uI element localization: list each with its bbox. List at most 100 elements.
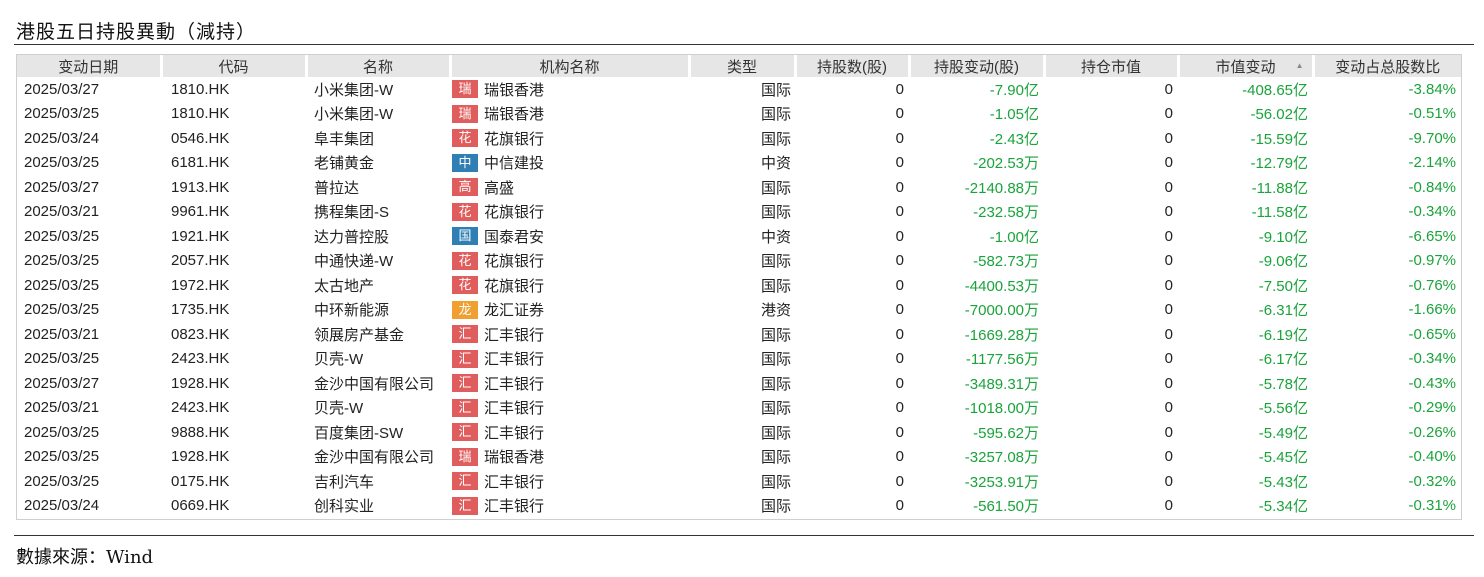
cell-name: 中通快递-W [314, 253, 394, 271]
cell-shares: 0 [895, 423, 904, 441]
cell-date: 2025/03/24 [24, 129, 100, 147]
cell-market-value: 0 [1164, 154, 1173, 172]
cell-code: 1735.HK [171, 301, 230, 319]
cell-share-change: -1177.56万 [965, 351, 1039, 369]
cell-type: 国际 [760, 400, 791, 418]
table-row[interactable]: 2025/03/25 1928.HK 金沙中国有限公司瑞瑞银香港 国际 0 -3257.0… [17, 445, 1461, 470]
cell-type: 国际 [760, 326, 791, 344]
cell-name: 吉利汽车 [314, 473, 375, 491]
cell-shares: 0 [895, 276, 904, 294]
cell-shares: 0 [895, 325, 904, 343]
institution-badge: 花 [452, 276, 478, 295]
cell-date: 2025/03/27 [24, 178, 100, 196]
cell-code: 1913.HK [171, 178, 230, 196]
table-row[interactable]: 2025/03/25 6181.HK 老铺黄金 中中信建投 中资 0 -202.53万 0 -1… [17, 151, 1461, 176]
table-row[interactable]: 2025/03/25 1810.HK 小米集团-W 瑞瑞银香港 国际 0 -1.05亿 0 -5… [17, 102, 1461, 127]
cell-market-value: 0 [1164, 252, 1173, 270]
cell-date: 2025/03/25 [24, 472, 100, 490]
cell-date: 2025/03/25 [24, 227, 100, 245]
institution-name: 汇丰银行 [484, 473, 545, 491]
institution-name: 国泰君安 [484, 228, 545, 246]
institution-name: 汇丰银行 [484, 375, 545, 393]
table-row[interactable]: 2025/03/25 9888.HK 百度集团-SW 汇汇丰银行 国际 0 -595.62万… [17, 420, 1461, 445]
table-row[interactable]: 2025/03/24 0546.HK 阜丰集团 花花旗银行 国际 0 -2.43亿 0 -15.… [17, 126, 1461, 151]
column-header-market-value[interactable]: 持仓市值 [1044, 55, 1180, 77]
cell-institution: 瑞瑞银香港 [450, 445, 689, 470]
cell-code: 1928.HK [171, 448, 230, 466]
cell-share-change: -582.73万 [973, 253, 1039, 271]
institution-badge: 汇 [452, 398, 478, 417]
cell-type: 国际 [760, 179, 791, 197]
table-row[interactable]: 2025/03/27 1928.HK 金沙中国有限公司汇汇丰银行 国际 0 -3489.3… [17, 371, 1461, 396]
table-row[interactable]: 2025/03/25 1921.HK 达力普控股 国国泰君安 中资 0 -1.00亿 0 -9.… [17, 224, 1461, 249]
cell-name: 太古地产 [314, 277, 375, 295]
table-row[interactable]: 2025/03/24 0669.HK 创科实业 汇汇丰银行 国际 0 -561.50万 0 -5… [17, 494, 1461, 519]
cell-share-change: -202.53万 [973, 155, 1039, 173]
cell-name: 创科实业 [314, 498, 375, 516]
sort-ascending-icon[interactable]: ▲ [1296, 61, 1304, 70]
column-header-name[interactable]: 名称 [306, 55, 452, 77]
column-header-mv-change[interactable]: 市值变动 ▲ [1178, 55, 1315, 77]
table-row[interactable]: 2025/03/27 1913.HK 普拉达 高高盛 国际 0 -2140.88万 0 -11.… [17, 175, 1461, 200]
column-header-date[interactable]: 变动日期 [17, 55, 163, 77]
cell-market-value: 0 [1164, 399, 1173, 417]
table-row[interactable]: 2025/03/25 2057.HK 中通快递-W 花花旗银行 国际 0 -582.73万 0… [17, 249, 1461, 274]
cell-market-value: 0 [1164, 227, 1173, 245]
cell-mv-change: -5.56亿 [1258, 400, 1308, 418]
cell-name: 中环新能源 [314, 302, 390, 320]
cell-share-change: -232.58万 [973, 204, 1039, 222]
cell-shares: 0 [895, 301, 904, 319]
cell-share-change: -1669.28万 [964, 326, 1039, 344]
column-header-share-change[interactable]: 持股变动(股) [909, 55, 1046, 77]
table-row[interactable]: 2025/03/25 1735.HK 中环新能源 龙龙汇证券 港资 0 -7000.00万 0… [17, 298, 1461, 323]
cell-code: 1928.HK [171, 374, 230, 392]
cell-change-ratio: -0.32% [1408, 472, 1456, 490]
institution-name: 汇丰银行 [484, 400, 545, 418]
table-row[interactable]: 2025/03/21 9961.HK 携程集团-S 花花旗银行 国际 0 -232.58万 0… [17, 200, 1461, 225]
cell-shares: 0 [895, 227, 904, 245]
cell-institution: 汇汇丰银行 [450, 347, 689, 372]
cell-mv-change: -6.19亿 [1258, 326, 1308, 344]
cell-change-ratio: -9.70% [1408, 129, 1456, 147]
cell-date: 2025/03/21 [24, 325, 100, 343]
cell-change-ratio: -0.84% [1408, 178, 1456, 196]
column-header-shares[interactable]: 持股数(股) [795, 55, 911, 77]
title-divider [14, 44, 1474, 45]
cell-mv-change: -5.43亿 [1258, 473, 1308, 491]
cell-code: 1921.HK [171, 227, 230, 245]
source-note: 數據來源：Wind [16, 547, 154, 568]
cell-shares: 0 [895, 178, 904, 196]
cell-mv-change: -5.78亿 [1258, 375, 1308, 393]
cell-share-change: -7000.00万 [964, 302, 1039, 320]
column-header-code[interactable]: 代码 [161, 55, 308, 77]
cell-institution: 瑞瑞银香港 [450, 77, 689, 102]
cell-name: 金沙中国有限公司 [314, 449, 435, 467]
cell-shares: 0 [895, 399, 904, 417]
column-header-type[interactable]: 类型 [689, 55, 797, 77]
cell-date: 2025/03/27 [24, 80, 100, 98]
cell-mv-change: -5.49亿 [1258, 424, 1308, 442]
cell-type: 国际 [760, 375, 791, 393]
cell-institution: 汇汇丰银行 [450, 322, 689, 347]
cell-change-ratio: -0.26% [1408, 423, 1456, 441]
institution-name: 汇丰银行 [484, 498, 545, 516]
table-row[interactable]: 2025/03/25 0175.HK 吉利汽车 汇汇丰银行 国际 0 -3253.91万 0 -… [17, 469, 1461, 494]
cell-type: 国际 [760, 81, 791, 99]
column-header-change-ratio[interactable]: 变动占总股数比 [1313, 55, 1461, 77]
table-row[interactable]: 2025/03/21 2423.HK 贝壳-W 汇汇丰银行 国际 0 -1018.00万 0 -… [17, 396, 1461, 421]
table-row[interactable]: 2025/03/21 0823.HK 领展房产基金 汇汇丰银行 国际 0 -1669.28万… [17, 322, 1461, 347]
table-row[interactable]: 2025/03/25 1972.HK 太古地产 花花旗银行 国际 0 -4400.53万 0 -… [17, 273, 1461, 298]
table-header-row: 变动日期 代码 名称 机构名称 类型 持股数(股) 持股变动(股) 持仓市值 市… [17, 55, 1461, 77]
cell-change-ratio: -0.43% [1408, 374, 1456, 392]
table-row[interactable]: 2025/03/25 2423.HK 贝壳-W 汇汇丰银行 国际 0 -1177.56万 0 -… [17, 347, 1461, 372]
table-row[interactable]: 2025/03/27 1810.HK 小米集团-W 瑞瑞银香港 国际 0 -7.90亿 0 -4… [17, 77, 1461, 102]
institution-badge: 国 [452, 227, 478, 246]
cell-name: 金沙中国有限公司 [314, 375, 435, 393]
institution-badge: 高 [452, 178, 478, 197]
cell-institution: 高高盛 [450, 175, 689, 200]
cell-date: 2025/03/25 [24, 105, 100, 123]
cell-mv-change: -7.50亿 [1258, 277, 1308, 295]
cell-code: 9888.HK [171, 423, 230, 441]
cell-mv-change: -11.88亿 [1251, 179, 1308, 197]
column-header-institution[interactable]: 机构名称 [450, 55, 691, 77]
